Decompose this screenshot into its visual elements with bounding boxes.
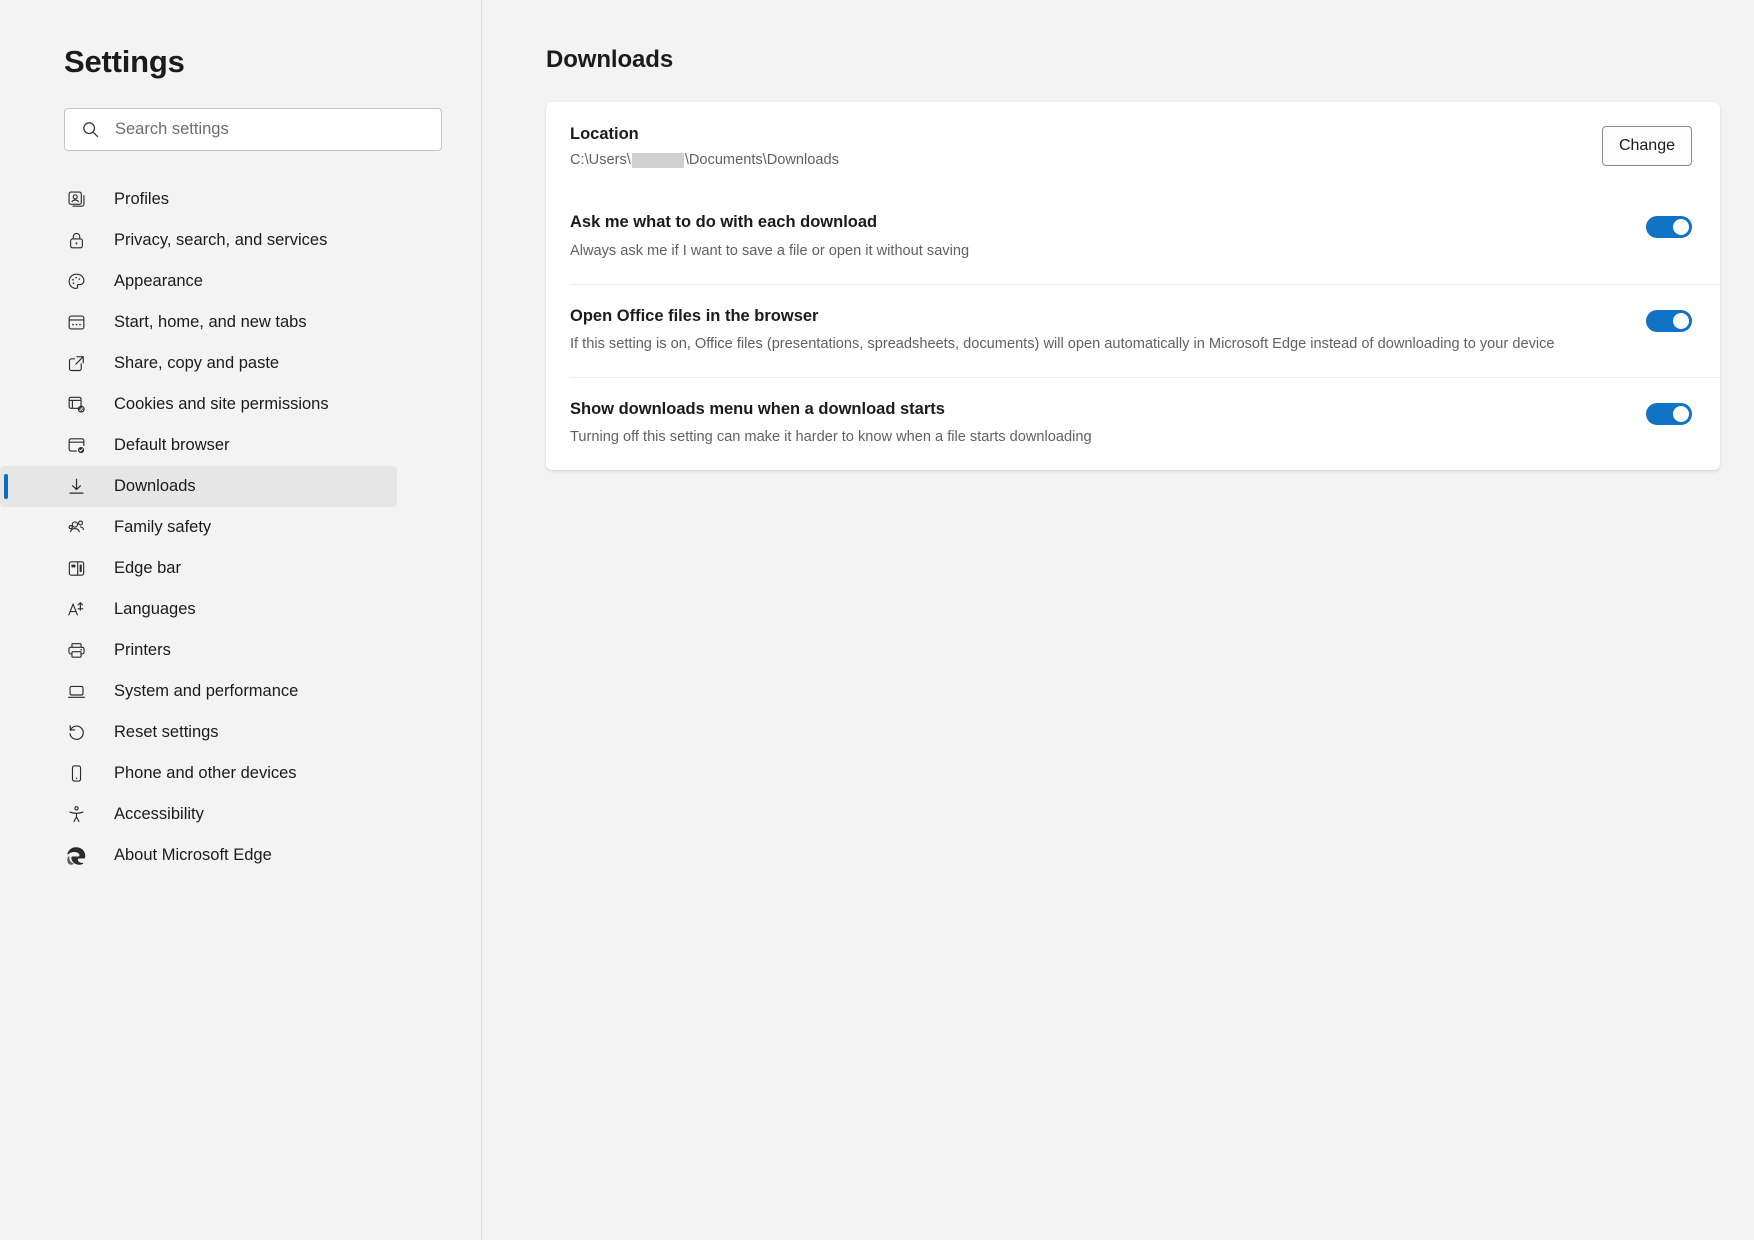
sidebar-item-appearance[interactable]: Appearance	[0, 261, 397, 302]
sidebar-item-downloads[interactable]: Downloads	[0, 466, 397, 507]
change-location-button[interactable]: Change	[1601, 126, 1692, 166]
main-content: Downloads Location C:\Users\ \Documents\…	[482, 0, 1754, 1240]
edge-bar-icon	[64, 557, 88, 581]
toggle-knob	[1673, 219, 1689, 236]
sidebar-item-family-safety[interactable]: Family safety	[0, 507, 397, 548]
sidebar-item-share-copy-and-paste[interactable]: Share, copy and paste	[0, 343, 397, 384]
sidebar-item-label: Phone and other devices	[114, 764, 297, 783]
sidebar-item-label: Family safety	[114, 518, 212, 537]
share-icon	[64, 352, 88, 376]
setting-title: Show downloads menu when a download star…	[570, 399, 945, 418]
sidebar-item-label: Privacy, search, and services	[114, 231, 328, 250]
redacted-username-block	[631, 152, 684, 168]
settings-rows: Ask me what to do with each download Alwa…	[546, 190, 1720, 469]
palette-icon	[64, 270, 88, 294]
people-icon	[64, 516, 88, 540]
browser-check-icon	[64, 434, 88, 458]
cookie-settings-icon	[64, 393, 88, 417]
sidebar-item-label: Start, home, and new tabs	[114, 313, 307, 332]
edge-logo-icon	[64, 844, 88, 868]
laptop-icon	[64, 680, 88, 704]
toggle-knob	[1673, 312, 1689, 329]
profiles-icon	[64, 188, 88, 212]
sidebar-item-label: Profiles	[114, 190, 170, 209]
location-path: C:\Users\ \Documents\Downloads	[570, 152, 1582, 168]
sidebar-item-system-and-performance[interactable]: System and performance	[0, 671, 397, 712]
sidebar-item-label: Default browser	[114, 436, 230, 455]
settings-nav: Profiles Privacy, search, and services App…	[0, 179, 481, 876]
location-text: Location C:\Users\ \Documents\Downloads	[570, 124, 1602, 168]
setting-title: Ask me what to do with each download	[570, 213, 878, 232]
sidebar-item-privacy-search-and-services[interactable]: Privacy, search, and services	[0, 220, 397, 261]
sidebar-item-label: Printers	[114, 641, 171, 660]
location-path-prefix: C:\Users\	[570, 152, 631, 169]
search-settings-box[interactable]	[64, 108, 442, 151]
page-heading-settings: Settings	[64, 44, 185, 79]
search-icon	[79, 119, 101, 141]
phone-icon	[64, 762, 88, 786]
setting-toggle[interactable]	[1646, 309, 1692, 332]
sidebar-item-accessibility[interactable]: Accessibility	[0, 794, 397, 835]
sidebar-item-label: About Microsoft Edge	[114, 846, 272, 865]
location-row: Location C:\Users\ \Documents\Downloads …	[546, 102, 1720, 190]
reset-icon	[64, 721, 88, 745]
sidebar-item-profiles[interactable]: Profiles	[0, 179, 397, 220]
sidebar-item-label: Cookies and site permissions	[114, 395, 329, 414]
sidebar-item-label: Accessibility	[114, 805, 204, 824]
toggle-knob	[1673, 405, 1689, 422]
window-tabs-icon	[64, 311, 88, 335]
setting-description: Always ask me if I want to save a file o…	[570, 242, 970, 259]
setting-row: Show downloads menu when a download star…	[546, 376, 1720, 470]
setting-title: Open Office files in the browser	[570, 306, 819, 325]
sidebar-item-start-home-and-new-tabs[interactable]: Start, home, and new tabs	[0, 302, 397, 343]
sidebar-item-default-browser[interactable]: Default browser	[0, 425, 397, 466]
sidebar-item-label: Share, copy and paste	[114, 354, 280, 373]
settings-page: Settings Profiles Privacy, search, and se…	[0, 0, 1754, 1240]
sidebar-item-cookies-and-site-permissions[interactable]: Cookies and site permissions	[0, 384, 397, 425]
setting-row: Open Office files in the browser If this …	[546, 283, 1720, 377]
accessibility-icon	[64, 803, 88, 827]
setting-description: Turning off this setting can make it har…	[570, 429, 1092, 446]
printer-icon	[64, 639, 88, 663]
sidebar-item-reset-settings[interactable]: Reset settings	[0, 712, 397, 753]
setting-toggle[interactable]	[1646, 216, 1692, 239]
sidebar-item-label: System and performance	[114, 682, 299, 701]
sidebar-item-label: Reset settings	[114, 723, 219, 742]
sidebar-item-label: Edge bar	[114, 559, 181, 578]
sidebar-item-about-microsoft-edge[interactable]: About Microsoft Edge	[0, 835, 397, 876]
sidebar-item-phone-and-other-devices[interactable]: Phone and other devices	[0, 753, 397, 794]
search-input[interactable]	[115, 109, 415, 150]
download-icon	[64, 475, 88, 499]
location-title: Location	[570, 125, 639, 143]
lock-icon	[64, 229, 88, 253]
downloads-settings-card: Location C:\Users\ \Documents\Downloads …	[546, 102, 1720, 470]
setting-toggle[interactable]	[1646, 402, 1692, 425]
sidebar-item-label: Languages	[114, 600, 196, 619]
sidebar-item-edge-bar[interactable]: Edge bar	[0, 548, 397, 589]
sidebar-item-languages[interactable]: Languages	[0, 589, 397, 630]
page-title: Downloads	[546, 46, 674, 73]
setting-row: Ask me what to do with each download Alwa…	[546, 190, 1720, 283]
setting-description: If this setting is on, Office files (pre…	[570, 336, 1555, 353]
setting-text: Show downloads menu when a download star…	[570, 399, 1646, 448]
languages-icon	[64, 598, 88, 622]
sidebar-item-label: Appearance	[114, 272, 203, 291]
setting-text: Ask me what to do with each download Alwa…	[570, 212, 1646, 261]
sidebar-item-label: Downloads	[114, 477, 196, 496]
location-path-suffix: \Documents\Downloads	[684, 152, 839, 169]
sidebar: Settings Profiles Privacy, search, and se…	[0, 0, 482, 1240]
sidebar-item-printers[interactable]: Printers	[0, 630, 397, 671]
setting-text: Open Office files in the browser If this …	[570, 306, 1646, 355]
